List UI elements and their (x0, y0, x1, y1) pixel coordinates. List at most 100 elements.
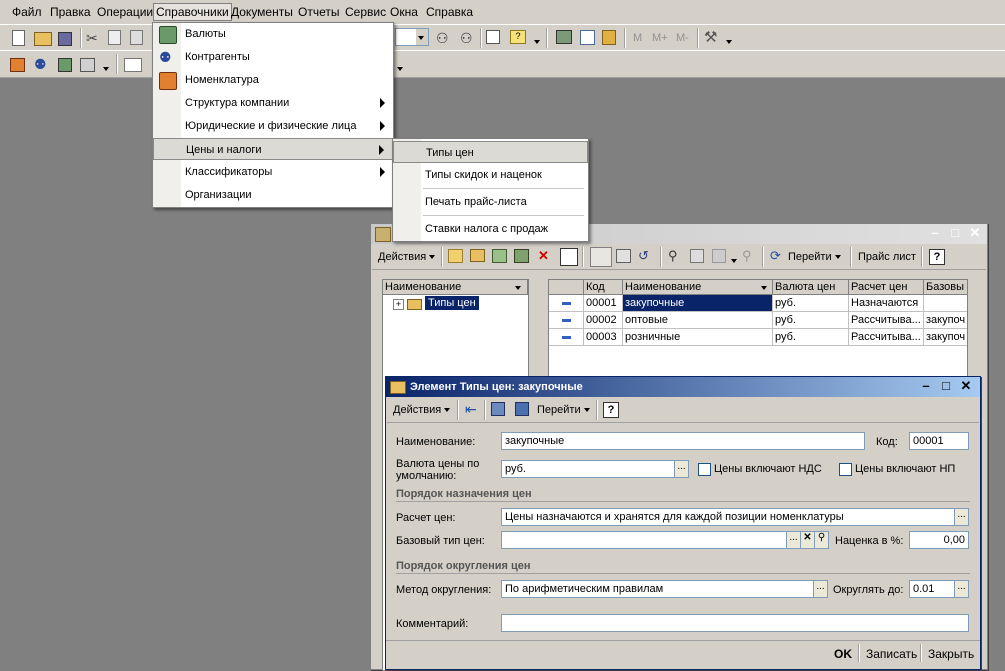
col-header-code[interactable]: Код (584, 280, 623, 295)
calendar-icon[interactable] (580, 30, 595, 45)
more-dropdown-icon[interactable] (394, 63, 403, 75)
edit-toolbar-icon[interactable] (80, 58, 95, 72)
document-toolbar-icon[interactable] (124, 58, 142, 72)
element-goto-button[interactable]: Перейти (537, 404, 590, 416)
menu-edit[interactable]: Правка (50, 5, 91, 19)
binoculars-icon[interactable]: ⚇ (436, 30, 452, 46)
delete-item-icon[interactable]: ✕ (538, 249, 554, 265)
element-minimize-button[interactable]: – (918, 379, 934, 395)
menu-item-contractors[interactable]: ⚉ Контрагенты (153, 46, 393, 68)
menu-item-legal-persons[interactable]: Юридические и физические лица (153, 115, 393, 137)
tree-expand-icon[interactable]: + (393, 299, 404, 310)
copy-item-icon[interactable] (492, 249, 507, 263)
cell-name[interactable]: оптовые (623, 312, 773, 329)
filter-value-icon[interactable] (690, 249, 704, 263)
cell-code[interactable]: 00001 (584, 295, 623, 312)
name-input[interactable]: закупочные (501, 432, 865, 450)
element-close-button[interactable]: ✕ (958, 379, 974, 395)
base-type-search-icon[interactable]: ⚲ (814, 531, 829, 549)
vat-checkbox[interactable] (698, 463, 711, 476)
menu-item-nomenclature[interactable]: Номенклатура (153, 69, 393, 91)
close-form-button[interactable]: Закрыть (928, 647, 974, 661)
round-to-input[interactable]: 0.01 (909, 580, 955, 598)
paste-icon[interactable] (130, 30, 143, 45)
cell-code[interactable]: 00003 (584, 329, 623, 346)
cell-currency[interactable]: руб. (773, 329, 849, 346)
actions-menu-button[interactable]: Действия (378, 251, 436, 263)
price-list-button[interactable]: Прайс лист (858, 251, 916, 263)
round-method-select-button[interactable]: ... (813, 580, 828, 598)
windows-icon[interactable] (486, 30, 500, 44)
comment-input[interactable] (501, 614, 969, 632)
base-type-input[interactable] (501, 531, 787, 549)
hierarchy-toggle-icon[interactable] (590, 247, 612, 267)
menu-reports[interactable]: Отчеты (298, 5, 339, 19)
go-back-icon[interactable]: ⇤ (465, 402, 481, 418)
add-group-icon[interactable] (470, 249, 485, 262)
tree-header[interactable]: Наименование (383, 280, 528, 295)
cell-currency[interactable]: руб. (773, 295, 849, 312)
filter-dropdown-icon[interactable] (728, 255, 737, 267)
col-header-base[interactable]: Базовы (924, 280, 967, 295)
filter-off-icon[interactable]: ⚲ (742, 249, 758, 265)
cell-calc[interactable]: Рассчитыва... (849, 312, 924, 329)
cell-name[interactable]: розничные (623, 329, 773, 346)
memory-button[interactable]: М (633, 32, 642, 44)
help-button[interactable]: ? (929, 249, 945, 265)
memory-minus-button[interactable]: М- (676, 32, 689, 44)
col-header-currency[interactable]: Валюта цен (773, 280, 849, 295)
tools-dropdown-icon[interactable] (723, 36, 732, 48)
contractors-toolbar-icon[interactable]: ⚉ (34, 56, 50, 72)
menu-documents[interactable]: Документы (231, 5, 293, 19)
cell-calc[interactable]: Назначаются (849, 295, 924, 312)
col-header-calc[interactable]: Расчет цен (849, 280, 924, 295)
submenu-item-sales-tax-rates[interactable]: Ставки налога с продаж (393, 218, 588, 240)
refresh-icon[interactable] (491, 402, 505, 416)
submenu-item-discount-types[interactable]: Типы скидок и наценок (393, 164, 588, 186)
edit-item-icon[interactable] (514, 249, 529, 263)
maximize-button[interactable]: □ (947, 226, 963, 242)
calc-select-button[interactable]: ... (954, 508, 969, 526)
cell-base[interactable]: закупоч (924, 312, 967, 329)
submenu-item-price-types[interactable]: Типы цен (393, 141, 588, 163)
menu-windows[interactable]: Окна (390, 5, 418, 19)
menu-operations[interactable]: Операции (97, 5, 153, 19)
binoculars-next-icon[interactable]: ⚇ (460, 30, 476, 46)
save-icon[interactable] (58, 32, 72, 46)
markup-input[interactable]: 0,00 (909, 531, 969, 549)
goto-linked-icon[interactable] (515, 402, 529, 416)
goto-menu-button[interactable]: Перейти (788, 251, 841, 263)
close-button[interactable]: ✕ (967, 226, 983, 242)
menu-item-classifiers[interactable]: Классификаторы (153, 161, 393, 183)
edit-dropdown-icon[interactable] (100, 63, 109, 75)
base-type-select-button[interactable]: ... (786, 531, 801, 549)
cell-currency[interactable]: руб. (773, 312, 849, 329)
add-item-icon[interactable] (448, 249, 463, 263)
tools-icon[interactable]: ⚒ (704, 30, 720, 46)
element-maximize-button[interactable]: □ (938, 379, 954, 395)
menu-item-organizations[interactable]: Организации (153, 184, 393, 206)
col-header-name[interactable]: Наименование (623, 280, 773, 295)
currency-select-button[interactable]: ... (674, 460, 689, 478)
code-input[interactable]: 00001 (909, 432, 969, 450)
help-context-icon[interactable]: ? (510, 30, 526, 44)
menu-service[interactable]: Сервис (345, 5, 386, 19)
timer-icon[interactable] (602, 30, 616, 45)
menu-item-prices-taxes[interactable]: Цены и налоги (153, 138, 393, 160)
currency-toolbar-icon[interactable] (58, 58, 72, 72)
np-checkbox[interactable] (839, 463, 852, 476)
submenu-item-print-price-list[interactable]: Печать прайс-листа (393, 191, 588, 213)
cell-name[interactable]: закупочные (623, 295, 773, 312)
round-method-select[interactable]: По арифметическим правилам (501, 580, 814, 598)
tree-root-item[interactable]: Типы цен (425, 296, 479, 310)
minimize-button[interactable]: – (927, 226, 943, 242)
memory-plus-button[interactable]: М+ (652, 32, 668, 44)
cell-code[interactable]: 00002 (584, 312, 623, 329)
menu-item-company-structure[interactable]: Структура компании (153, 92, 393, 114)
new-document-icon[interactable] (12, 30, 25, 46)
save-button[interactable]: Записать (866, 647, 917, 661)
element-actions-button[interactable]: Действия (393, 404, 451, 416)
nomenclature-toolbar-icon[interactable] (10, 58, 25, 72)
menu-help[interactable]: Справка (426, 5, 473, 19)
cell-base[interactable]: закупоч (924, 329, 967, 346)
